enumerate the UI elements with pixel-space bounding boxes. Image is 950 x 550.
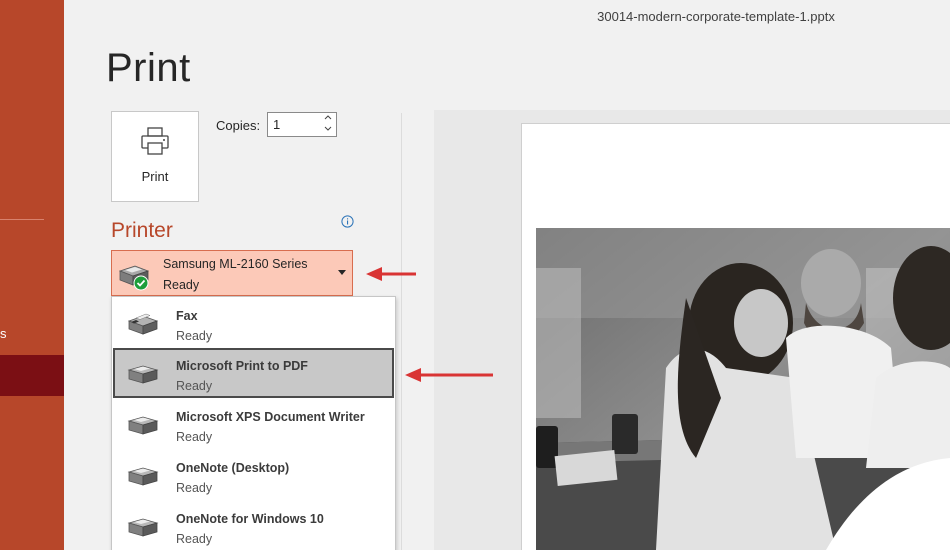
printer-option-fax[interactable]: Fax Ready (113, 298, 394, 348)
print-button[interactable]: Print (111, 111, 199, 202)
printer-option-name: OneNote (Desktop) (176, 461, 290, 475)
printer-option-onenote-desktop[interactable]: OneNote (Desktop) Ready (113, 450, 394, 500)
page-title: Print (106, 46, 191, 90)
printer-options-list: Fax Ready Microsoft Print to PDF Ready M… (111, 296, 396, 550)
printer-option-status: Ready (176, 532, 213, 546)
copies-increment-button[interactable] (322, 113, 334, 124)
printer-option-status: Ready (176, 481, 213, 495)
slide-photo (536, 228, 950, 550)
printer-dropdown[interactable]: Samsung ML-2160 Series Ready (111, 250, 353, 296)
copies-decrement-button[interactable] (322, 124, 334, 135)
printer-option-status: Ready (176, 379, 213, 393)
backstage-item-print-active[interactable] (0, 355, 64, 396)
printer-icon (127, 416, 159, 435)
info-icon[interactable] (341, 215, 354, 228)
printer-icon (127, 518, 159, 537)
backstage-nav: s (0, 0, 64, 550)
printer-option-name: Microsoft XPS Document Writer (176, 410, 365, 424)
chevron-up-icon (324, 115, 332, 120)
annotation-arrow-icon (366, 267, 416, 281)
printer-option-microsoft-xps-document-writer[interactable]: Microsoft XPS Document Writer Ready (113, 399, 394, 449)
printer-option-name: Microsoft Print to PDF (176, 359, 308, 373)
printer-option-name: OneNote for Windows 10 (176, 512, 324, 526)
chevron-down-icon (324, 126, 332, 131)
copies-input[interactable] (268, 113, 316, 136)
caret-down-icon (338, 270, 346, 275)
printer-icon (127, 365, 159, 384)
printer-ready-icon (118, 265, 150, 291)
printer-icon (127, 467, 159, 486)
copies-stepper (267, 112, 337, 137)
printer-option-microsoft-print-to-pdf[interactable]: Microsoft Print to PDF Ready (113, 348, 394, 398)
printer-icon (141, 127, 169, 155)
selected-printer-status: Ready (163, 278, 200, 292)
annotation-arrow-icon (405, 368, 493, 382)
backstage-item-partial[interactable]: s (0, 326, 7, 341)
printer-option-name: Fax (176, 309, 198, 323)
fax-icon (127, 313, 159, 335)
printer-option-status: Ready (176, 430, 213, 444)
selected-printer-name: Samsung ML-2160 Series (163, 257, 308, 271)
print-button-label: Print (141, 169, 169, 184)
printer-option-status: Ready (176, 329, 213, 343)
printer-heading: Printer (111, 219, 173, 242)
copies-label: Copies: (216, 118, 261, 133)
printer-option-onenote-windows-10[interactable]: OneNote for Windows 10 Ready (113, 501, 394, 550)
document-file-name: 30014-modern-corporate-template-1.pptx (597, 9, 835, 24)
backstage-separator (0, 219, 44, 220)
panel-divider (401, 113, 402, 550)
